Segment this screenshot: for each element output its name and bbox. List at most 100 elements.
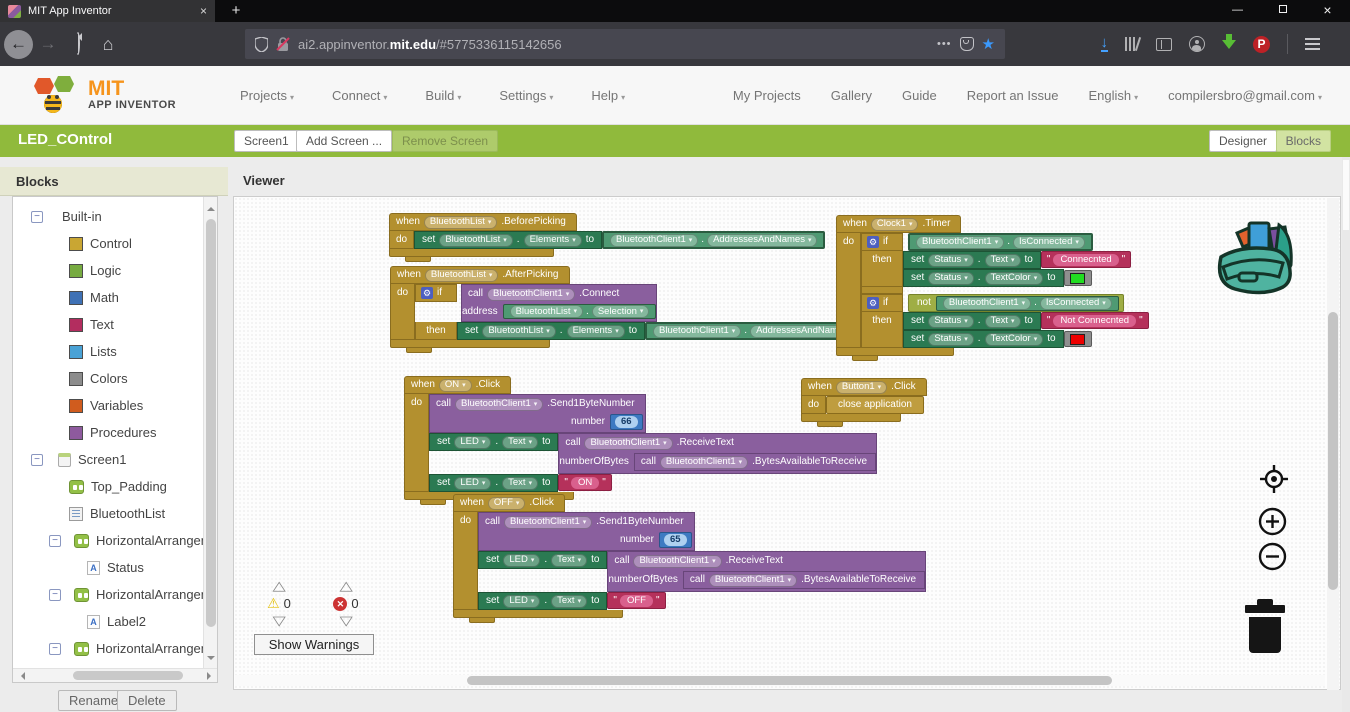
page-scrollbar[interactable] — [1342, 157, 1350, 712]
tree-item-horizontal-arrangement-2[interactable]: − HorizontalArrangemen — [13, 581, 217, 608]
blocks-canvas[interactable]: when BluetoothList .BeforePicking do set… — [233, 196, 1341, 690]
block-when-bluetoothlist-afterpicking[interactable]: when BluetoothList .AfterPicking do ⚙if … — [390, 266, 869, 353]
block-call-bytesavailable[interactable]: call BluetoothClient1 .BytesAvailableToR… — [682, 571, 926, 589]
block-get-isconnected[interactable]: BluetoothClient1 . IsConnected — [908, 233, 1093, 251]
block-set-elements[interactable]: set BluetoothList . Elements to — [414, 231, 603, 249]
block-set-status-textcolor[interactable]: set Status . TextColor to — [903, 269, 1064, 287]
block-get-addressesandnames[interactable]: BluetoothClient1 . AddressesAndNames — [602, 231, 826, 249]
tree-vertical-scrollbar[interactable] — [203, 197, 217, 670]
block-set-led-text[interactable]: set LED . Text to — [478, 592, 608, 610]
tree-item-label2[interactable]: A Label2 — [13, 608, 217, 635]
menu-hamburger-icon[interactable] — [1305, 38, 1320, 50]
library-icon[interactable] — [1125, 37, 1142, 51]
canvas-horizontal-scrollbar[interactable] — [235, 675, 1325, 686]
block-call-receivetext[interactable]: call BluetoothClient1 .ReceiveText numbe… — [558, 433, 878, 474]
pocket-icon[interactable] — [959, 37, 974, 51]
tracking-shield-icon[interactable] — [255, 36, 268, 52]
collapse-errors-up-icon[interactable]: △ — [329, 579, 363, 592]
block-set-led-text[interactable]: set LED . Text to — [429, 433, 559, 451]
scroll-down-icon[interactable] — [207, 656, 215, 664]
block-if-not-connected[interactable]: ⚙if not BluetoothClient1 . IsConnected — [861, 294, 1149, 348]
component-dropdown[interactable]: BluetoothList — [439, 233, 513, 247]
block-call-connect[interactable]: call BluetoothClient1 .Connect address B… — [461, 284, 658, 322]
link-guide[interactable]: Guide — [902, 88, 937, 103]
component-dropdown[interactable]: LED — [503, 594, 541, 608]
block-when-clock1-timer[interactable]: when Clock1 .Timer do ⚙if BluetoothClien… — [836, 215, 1149, 361]
insecure-lock-icon[interactable] — [276, 36, 290, 52]
link-report-issue[interactable]: Report an Issue — [967, 88, 1059, 103]
canvas-vertical-scrollbar[interactable] — [1327, 198, 1339, 690]
collapse-warnings-down-icon[interactable]: ▽ — [262, 614, 296, 627]
bookmark-star-icon[interactable]: ★ — [982, 35, 995, 53]
block-set-status-text[interactable]: set Status . Text to — [903, 251, 1041, 269]
block-set-elements[interactable]: set BluetoothList . Elements to — [457, 322, 646, 340]
scroll-left-icon[interactable] — [17, 672, 25, 680]
mutator-gear-icon[interactable]: ⚙ — [867, 236, 879, 248]
menu-build[interactable]: Build ▾ — [425, 88, 461, 103]
window-minimize-button[interactable]: — — [1215, 0, 1260, 22]
block-get-addressesandnames[interactable]: BluetoothClient1 . AddressesAndNames — [645, 322, 869, 340]
block-when-off-click[interactable]: when OFF .Click do call BluetoothClient1… — [453, 494, 927, 623]
block-call-bytesavailable[interactable]: call BluetoothClient1 .BytesAvailableToR… — [633, 453, 877, 471]
remove-screen-button[interactable]: Remove Screen — [392, 130, 499, 152]
pinterest-extension-icon[interactable]: P — [1253, 35, 1270, 53]
tree-item-procedures[interactable]: Procedures — [13, 419, 217, 446]
tree-item-math[interactable]: Math — [13, 284, 217, 311]
block-color-green[interactable] — [1063, 270, 1092, 286]
tree-item-bluetoothlist[interactable]: BluetoothList — [13, 500, 217, 527]
property-dropdown[interactable]: TextColor — [984, 271, 1044, 285]
tree-item-horizontal-arrangement-1[interactable]: − HorizontalArrangemen — [13, 527, 217, 554]
block-when-bluetoothlist-beforepicking[interactable]: when BluetoothList .BeforePicking do set… — [389, 213, 826, 262]
mutator-gear-icon[interactable]: ⚙ — [421, 287, 433, 299]
tree-item-logic[interactable]: Logic — [13, 257, 217, 284]
property-dropdown[interactable]: IsConnected — [1013, 235, 1085, 249]
component-dropdown[interactable]: BluetoothClient1 — [487, 287, 576, 301]
window-maximize-button[interactable] — [1260, 0, 1305, 22]
block-if[interactable]: ⚙if call BluetoothClient1 .Connect addre… — [415, 284, 869, 340]
zoom-in-icon[interactable] — [1258, 507, 1287, 536]
forward-button[interactable]: → — [33, 34, 63, 54]
center-blocks-icon[interactable] — [1259, 464, 1289, 494]
account-menu[interactable]: compilersbro@gmail.com ▾ — [1168, 88, 1322, 103]
reload-button[interactable] — [63, 32, 93, 55]
collapse-icon[interactable]: − — [49, 642, 61, 655]
property-dropdown[interactable]: Text — [551, 553, 588, 567]
block-number-65[interactable]: 65 — [658, 532, 692, 548]
component-dropdown[interactable]: BluetoothList — [423, 215, 498, 229]
component-dropdown[interactable]: BluetoothClient1 — [916, 235, 1005, 249]
block-number-66[interactable]: 66 — [609, 414, 643, 430]
property-dropdown[interactable]: Elements — [523, 233, 582, 247]
block-string-not-connected[interactable]: " Not Connecnted " — [1040, 312, 1149, 329]
component-dropdown[interactable]: BluetoothClient1 — [504, 515, 593, 529]
menu-settings[interactable]: Settings ▾ — [499, 88, 553, 103]
property-dropdown[interactable]: Text — [551, 594, 588, 608]
blocks-toggle-button[interactable]: Blocks — [1275, 130, 1331, 152]
tree-item-variables[interactable]: Variables — [13, 392, 217, 419]
collapse-icon[interactable]: − — [31, 210, 43, 223]
property-dropdown[interactable]: Selection — [591, 305, 650, 318]
downloads-icon[interactable]: ↓ — [1100, 35, 1108, 52]
property-dropdown[interactable]: TextColor — [984, 332, 1044, 346]
url-text[interactable]: ai2.appinventor.mit.edu/#577533611514265… — [298, 37, 929, 52]
scroll-right-icon[interactable] — [207, 672, 215, 680]
trash-icon[interactable] — [1237, 597, 1293, 655]
browser-tab[interactable]: MIT App Inventor × — [0, 0, 215, 22]
property-dropdown[interactable]: Text — [984, 314, 1021, 328]
component-dropdown[interactable]: BluetoothClient1 — [708, 573, 798, 587]
tree-item-status[interactable]: A Status — [13, 554, 217, 581]
menu-projects[interactable]: Projects ▾ — [240, 88, 294, 103]
account-icon[interactable] — [1189, 36, 1205, 52]
link-gallery[interactable]: Gallery — [831, 88, 872, 103]
component-dropdown[interactable]: BluetoothClient1 — [633, 554, 722, 568]
block-call-receivetext[interactable]: call BluetoothClient1 .ReceiveText numbe… — [607, 551, 927, 592]
page-actions-icon[interactable]: ••• — [937, 38, 952, 50]
menu-connect[interactable]: Connect ▾ — [332, 88, 387, 103]
designer-toggle-button[interactable]: Designer — [1208, 130, 1277, 152]
window-close-button[interactable]: × — [1305, 0, 1350, 22]
scroll-up-icon[interactable] — [207, 203, 215, 211]
block-string-on[interactable]: " ON " — [558, 474, 612, 491]
tree-item-builtin[interactable]: − Built-in — [13, 203, 217, 230]
property-dropdown[interactable]: Text — [502, 435, 539, 449]
tab-close-icon[interactable]: × — [200, 4, 207, 18]
property-dropdown[interactable]: AddressesAndNames — [707, 233, 818, 247]
